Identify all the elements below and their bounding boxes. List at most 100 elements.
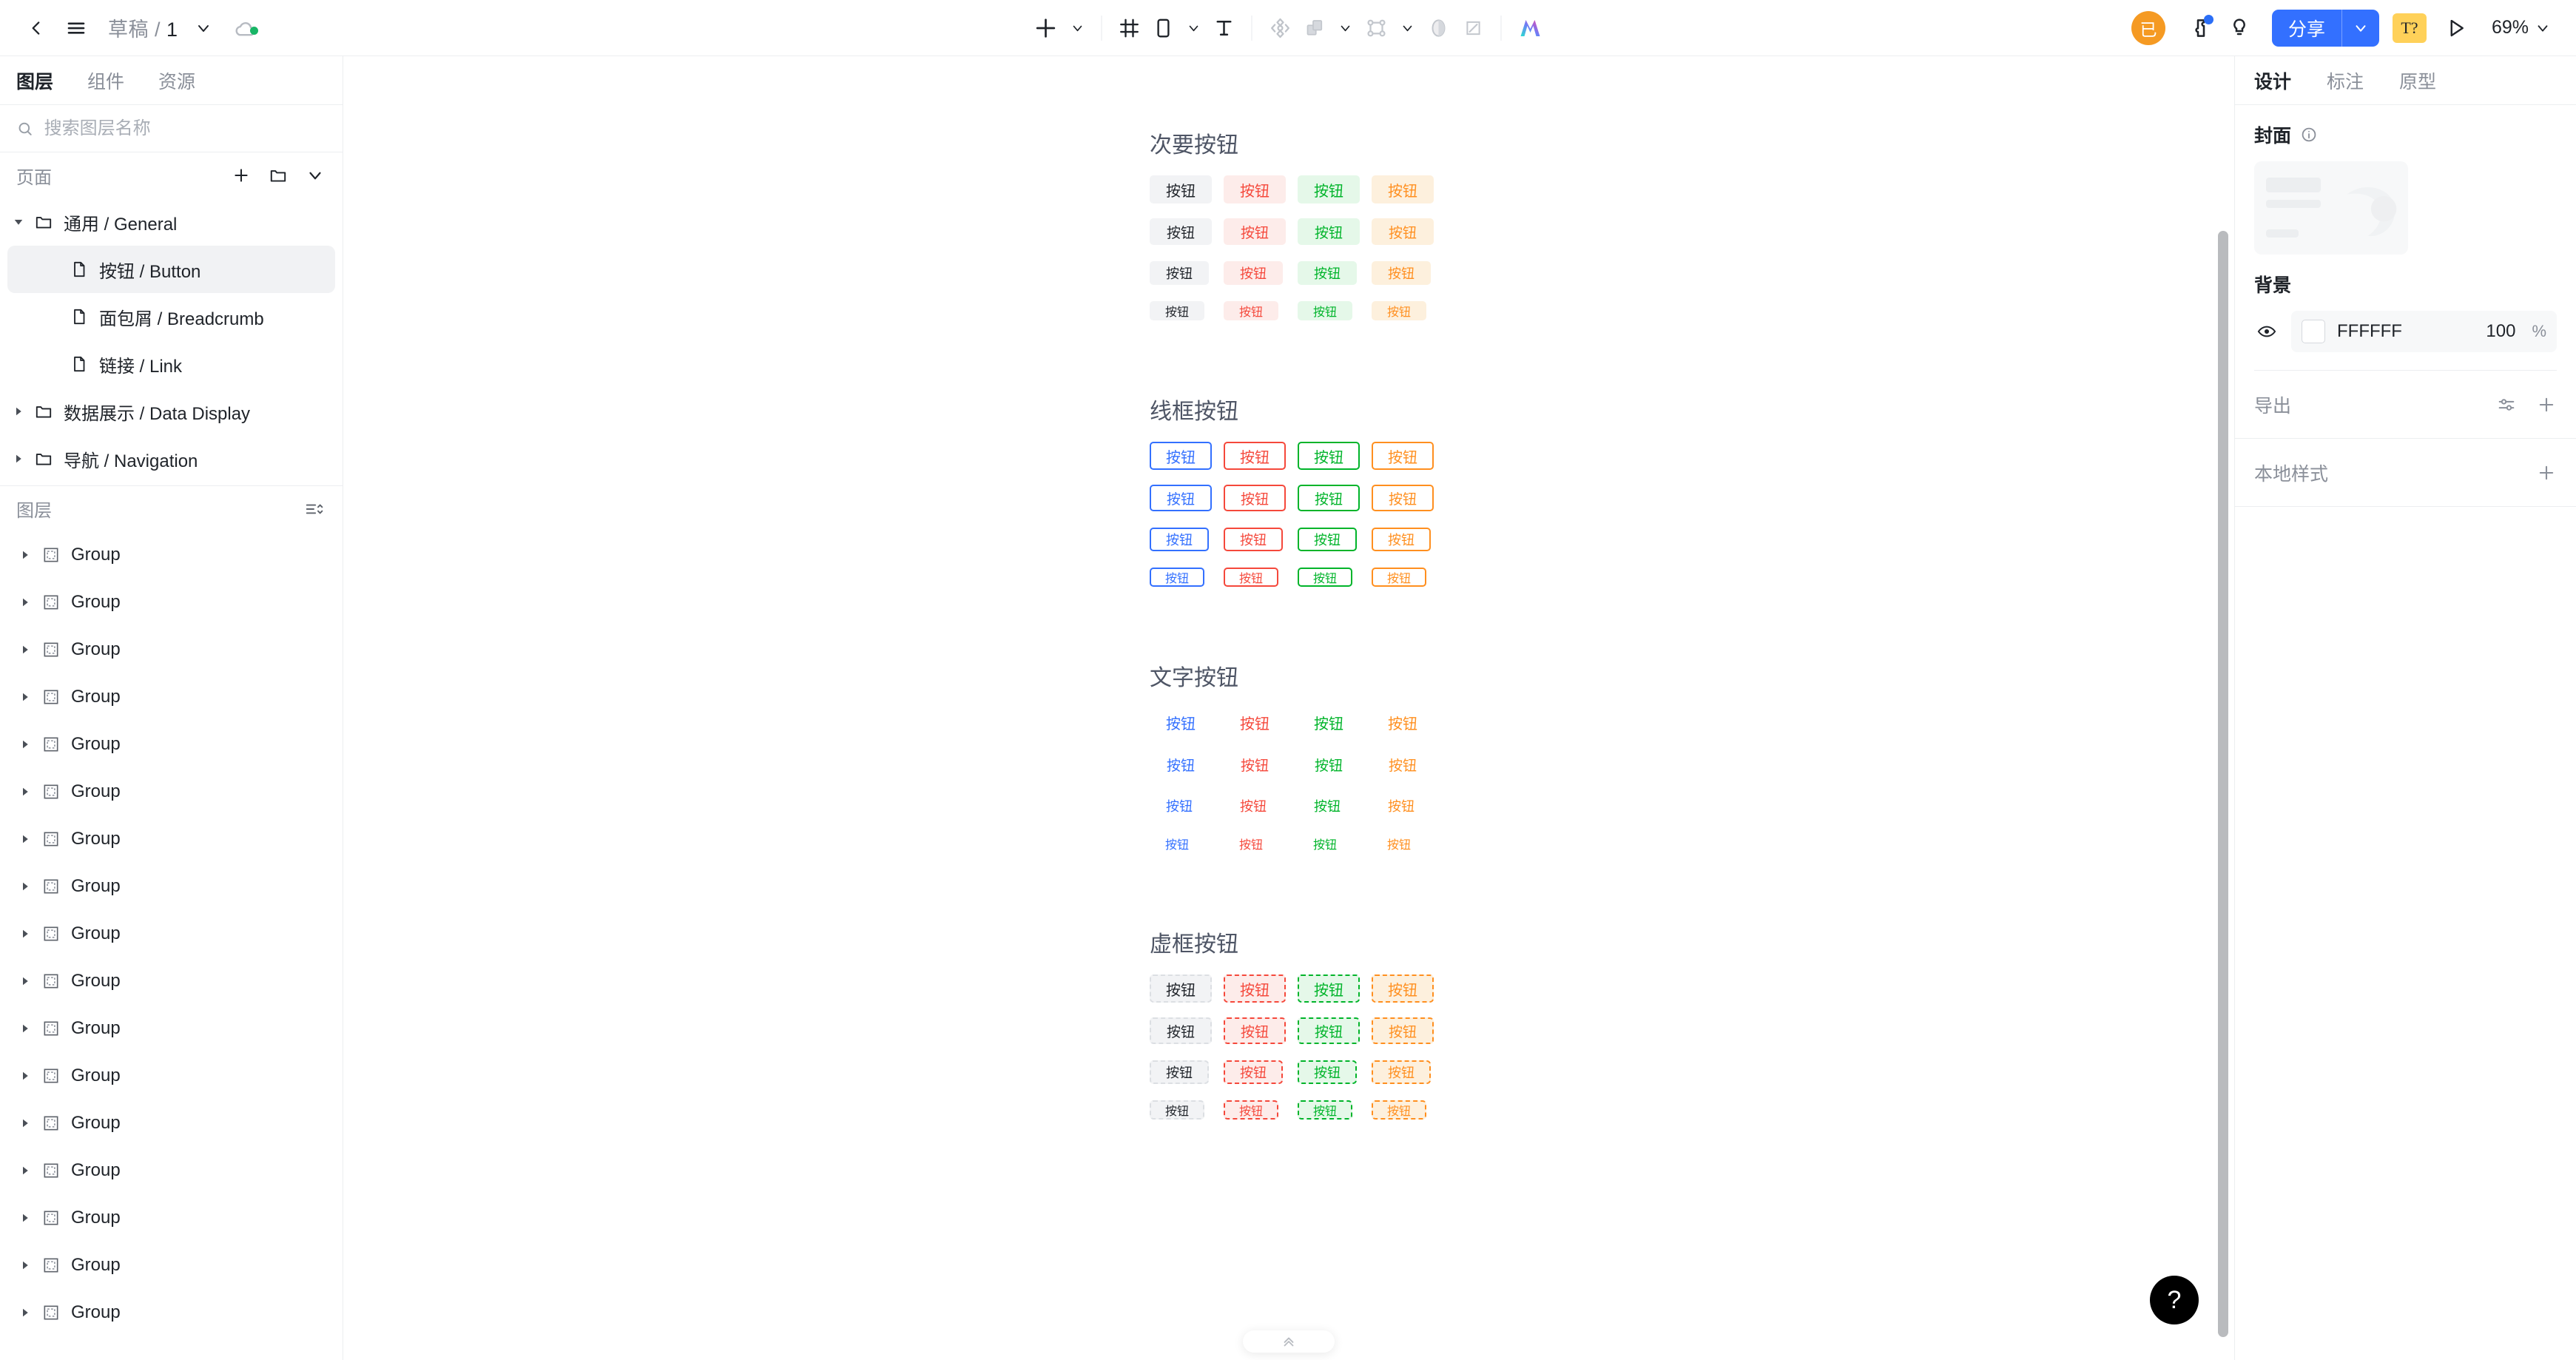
add-folder-button[interactable]: [269, 166, 288, 185]
background-color-field[interactable]: FFFFFF 100 %: [2291, 311, 2557, 352]
back-button[interactable]: [16, 8, 56, 48]
layer-list-item[interactable]: Group: [7, 1005, 335, 1052]
layer-expand-toggle[interactable]: [15, 1022, 36, 1035]
layer-list-item[interactable]: Group: [7, 815, 335, 863]
layer-expand-toggle[interactable]: [15, 1306, 36, 1319]
plugins-button[interactable]: [2182, 9, 2220, 47]
right-panel-tab-1[interactable]: 标注: [2327, 67, 2364, 94]
page-expand-toggle[interactable]: [7, 215, 30, 229]
layers-sort-button[interactable]: [304, 499, 323, 519]
left-panel-tab-0[interactable]: 图层: [16, 67, 53, 94]
button-outline-r2-c1[interactable]: 按钮: [1150, 485, 1212, 511]
layer-list-item[interactable]: Group: [7, 1100, 335, 1147]
layer-expand-toggle[interactable]: [15, 832, 36, 846]
layer-expand-toggle[interactable]: [15, 974, 36, 988]
background-visibility-toggle[interactable]: [2254, 321, 2279, 342]
boolean-tool-dropdown[interactable]: [1395, 7, 1421, 49]
button-outline-r1-c4[interactable]: 按钮: [1372, 442, 1434, 470]
button-secondary-r4-c2[interactable]: 按钮: [1224, 300, 1278, 320]
layer-list-item[interactable]: Group: [7, 673, 335, 721]
button-secondary-r1-c4[interactable]: 按钮: [1372, 175, 1434, 203]
button-dashed-r1-c4[interactable]: 按钮: [1372, 974, 1434, 1003]
mask-tool-button[interactable]: [1421, 7, 1457, 49]
button-text-r4-c3[interactable]: 按钮: [1298, 834, 1352, 853]
button-outline-r3-c4[interactable]: 按钮: [1372, 527, 1431, 551]
button-dashed-r3-c4[interactable]: 按钮: [1372, 1060, 1431, 1084]
layer-expand-toggle[interactable]: [15, 1164, 36, 1177]
button-text-r1-c1[interactable]: 按钮: [1150, 708, 1212, 736]
layer-list-item[interactable]: Group: [7, 957, 335, 1005]
page-tree-item[interactable]: 面包屑 / Breadcrumb: [7, 293, 335, 340]
share-button[interactable]: 分享: [2271, 9, 2379, 47]
button-dashed-r2-c4[interactable]: 按钮: [1372, 1017, 1434, 1044]
right-panel-tab-2[interactable]: 原型: [2399, 67, 2436, 94]
background-hex-value[interactable]: FFFFFF: [2337, 321, 2474, 342]
button-text-r4-c4[interactable]: 按钮: [1372, 834, 1426, 853]
button-dashed-r1-c2[interactable]: 按钮: [1224, 974, 1286, 1003]
page-tree-item[interactable]: 链接 / Link: [7, 340, 335, 388]
duplicate-tool-button[interactable]: [1298, 7, 1332, 49]
layer-list-item[interactable]: Group: [7, 910, 335, 957]
main-menu-button[interactable]: [56, 8, 96, 48]
layer-expand-toggle[interactable]: [15, 1117, 36, 1130]
button-outline-r3-c3[interactable]: 按钮: [1298, 527, 1357, 551]
button-outline-r4-c2[interactable]: 按钮: [1224, 567, 1278, 587]
button-dashed-r4-c4[interactable]: 按钮: [1372, 1100, 1426, 1120]
button-outline-r2-c4[interactable]: 按钮: [1372, 485, 1434, 511]
button-secondary-r4-c4[interactable]: 按钮: [1372, 300, 1426, 320]
document-dropdown-button[interactable]: [195, 19, 212, 37]
document-title[interactable]: 草稿 / 1: [108, 13, 178, 42]
button-secondary-r3-c4[interactable]: 按钮: [1372, 260, 1431, 285]
button-dashed-r2-c3[interactable]: 按钮: [1298, 1017, 1360, 1044]
button-text-r2-c1[interactable]: 按钮: [1150, 751, 1212, 778]
button-secondary-r1-c2[interactable]: 按钮: [1224, 175, 1286, 203]
background-opacity-value[interactable]: 100: [2486, 321, 2515, 342]
info-circle-icon[interactable]: [2300, 126, 2318, 144]
background-color-swatch[interactable]: [2302, 320, 2325, 343]
button-secondary-r2-c3[interactable]: 按钮: [1298, 218, 1360, 245]
layer-expand-toggle[interactable]: [15, 1069, 36, 1083]
button-text-r3-c4[interactable]: 按钮: [1372, 794, 1431, 818]
layer-expand-toggle[interactable]: [15, 927, 36, 940]
button-outline-r4-c3[interactable]: 按钮: [1298, 567, 1352, 587]
layer-list-item[interactable]: Group: [7, 1147, 335, 1194]
button-text-r2-c3[interactable]: 按钮: [1298, 751, 1360, 778]
button-dashed-r4-c1[interactable]: 按钮: [1150, 1100, 1204, 1120]
layer-list-item[interactable]: Group: [7, 1052, 335, 1100]
button-text-r2-c4[interactable]: 按钮: [1372, 751, 1434, 778]
layer-expand-toggle[interactable]: [15, 596, 36, 609]
collapse-pages-button[interactable]: [306, 166, 325, 185]
button-dashed-r2-c2[interactable]: 按钮: [1224, 1017, 1286, 1044]
canvas-scroll-up-pill[interactable]: [1243, 1330, 1335, 1353]
layer-list-item[interactable]: Group: [7, 768, 335, 815]
button-outline-r3-c2[interactable]: 按钮: [1224, 527, 1283, 551]
cloud-sync-status[interactable]: [233, 16, 258, 41]
layer-expand-toggle[interactable]: [15, 738, 36, 751]
button-dashed-r3-c2[interactable]: 按钮: [1224, 1060, 1283, 1084]
left-panel-tab-1[interactable]: 组件: [87, 67, 124, 94]
button-text-r4-c2[interactable]: 按钮: [1224, 834, 1278, 853]
zoom-control[interactable]: 69%: [2486, 13, 2557, 43]
button-text-r2-c2[interactable]: 按钮: [1224, 751, 1286, 778]
button-outline-r1-c2[interactable]: 按钮: [1224, 442, 1286, 470]
layer-list-item[interactable]: Group: [7, 1194, 335, 1242]
right-panel-tab-0[interactable]: 设计: [2254, 67, 2291, 94]
cover-thumbnail[interactable]: [2254, 161, 2408, 255]
page-tree-item[interactable]: 数据展示 / Data Display: [7, 388, 335, 435]
button-text-r3-c1[interactable]: 按钮: [1150, 794, 1209, 818]
export-add-button[interactable]: [2536, 394, 2557, 415]
share-dropdown-button[interactable]: [2342, 10, 2379, 47]
button-text-r1-c4[interactable]: 按钮: [1372, 708, 1434, 736]
page-expand-toggle[interactable]: [7, 405, 30, 418]
search-input[interactable]: [44, 118, 326, 139]
layer-list-item[interactable]: Group: [7, 1242, 335, 1289]
frame-tool-button[interactable]: [1113, 7, 1147, 49]
button-secondary-r2-c2[interactable]: 按钮: [1224, 218, 1286, 245]
component-tool-button[interactable]: [1263, 7, 1298, 49]
add-page-button[interactable]: [232, 166, 251, 185]
button-dashed-r1-c1[interactable]: 按钮: [1150, 974, 1212, 1003]
button-secondary-r4-c3[interactable]: 按钮: [1298, 300, 1352, 320]
shape-tool-button[interactable]: [1147, 7, 1181, 49]
duplicate-tool-dropdown[interactable]: [1332, 7, 1359, 49]
button-dashed-r4-c3[interactable]: 按钮: [1298, 1100, 1352, 1120]
